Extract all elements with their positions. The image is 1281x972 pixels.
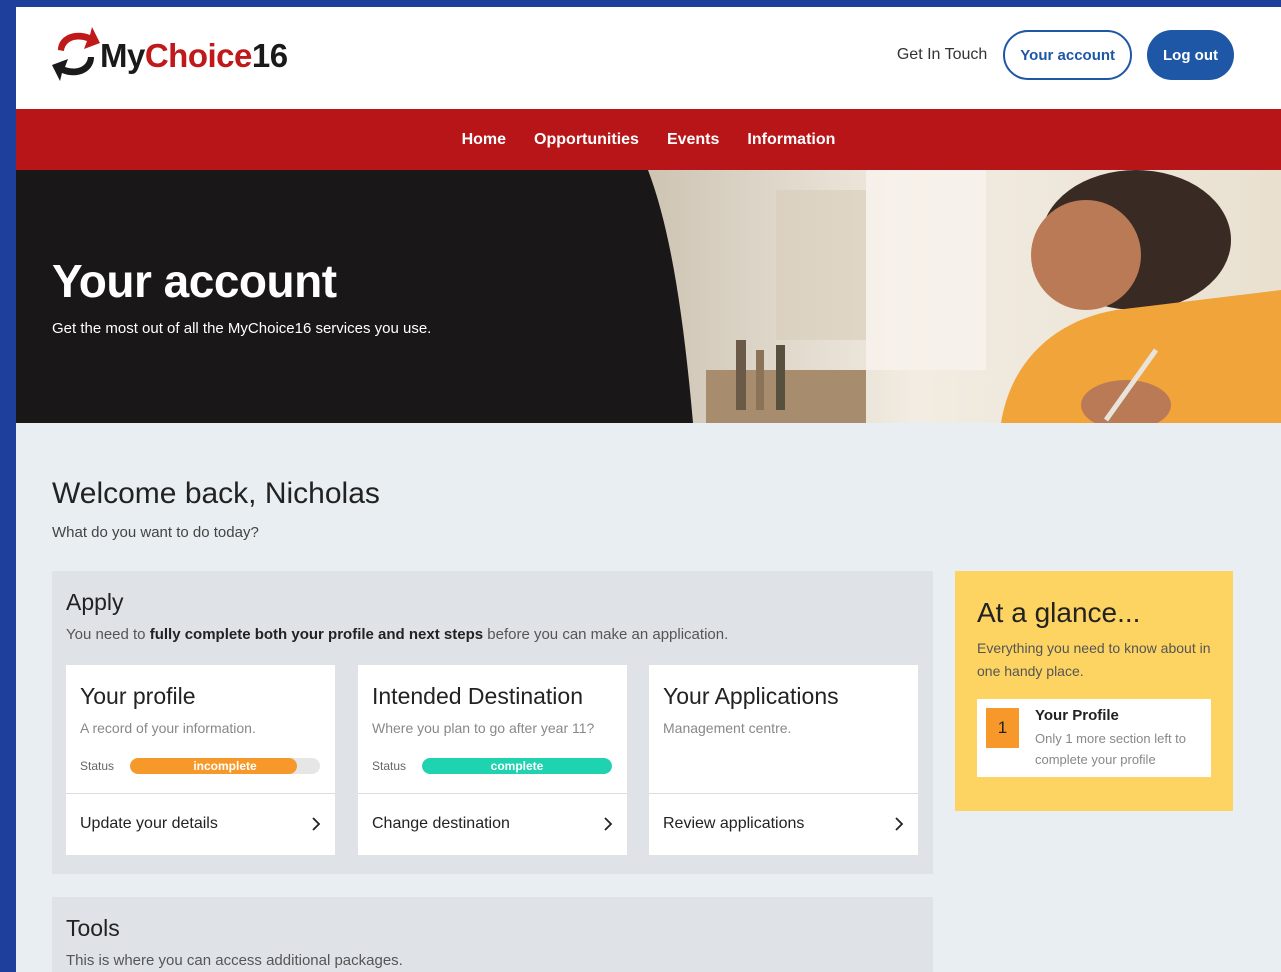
nav-opportunities[interactable]: Opportunities (534, 131, 639, 149)
header-actions: Get In Touch Your account Log out (897, 30, 1234, 80)
chevron-right-icon (604, 817, 613, 831)
your-account-button[interactable]: Your account (1003, 30, 1133, 80)
card-action-label: Update your details (80, 815, 218, 832)
glance-profile-item[interactable]: 1 Your Profile Only 1 more section left … (977, 699, 1211, 777)
status-label: Status (80, 759, 115, 773)
glance-item-text: Only 1 more section left to complete you… (1035, 731, 1187, 767)
nav-home[interactable]: Home (462, 131, 506, 149)
card-title: Your profile (80, 683, 196, 709)
change-destination-link[interactable]: Change destination (358, 794, 627, 855)
apply-heading: Apply (66, 589, 124, 615)
browser-viewport: MyChoice16 Get In Touch Your account Log… (16, 7, 1281, 972)
glance-heading: At a glance... (977, 597, 1141, 628)
review-applications-link[interactable]: Review applications (649, 794, 918, 855)
hero-banner: Your account Get the most out of all the… (16, 170, 1281, 423)
profile-card: Your profile A record of your informatio… (66, 665, 335, 855)
intended-destination-card: Intended Destination Where you plan to g… (358, 665, 627, 855)
log-out-button[interactable]: Log out (1147, 30, 1234, 80)
status-text: incomplete (193, 759, 257, 773)
status-progress-bar: incomplete (130, 758, 320, 774)
welcome-heading: Welcome back, Nicholas (52, 477, 380, 510)
logo-arrows-icon (52, 27, 100, 81)
site-logo[interactable]: MyChoice16 (52, 23, 288, 87)
card-subtitle: Where you plan to go after year 11? (372, 720, 595, 736)
tools-section: Tools This is where you can access addit… (52, 897, 933, 972)
logo-text-my: My (100, 36, 145, 74)
apply-section: Apply You need to fully complete both yo… (52, 571, 933, 874)
apply-desc-prefix: You need to (66, 626, 150, 643)
page-subtitle: Get the most out of all the MyChoice16 s… (52, 320, 432, 337)
card-subtitle: A record of your information. (80, 720, 256, 736)
tools-heading: Tools (66, 915, 120, 941)
glance-item-number: 1 (986, 708, 1019, 748)
status-progress-bar: complete (422, 758, 612, 774)
main-nav: Home Opportunities Events Information (16, 109, 1281, 170)
site-header: MyChoice16 Get In Touch Your account Log… (16, 7, 1281, 109)
card-action-label: Change destination (372, 815, 510, 832)
apply-desc-suffix: before you can make an application. (483, 626, 729, 643)
status-label: Status (372, 759, 407, 773)
card-title: Your Applications (663, 683, 839, 709)
your-applications-card: Your Applications Management centre. Rev… (649, 665, 918, 855)
logo-text-number: 16 (251, 36, 288, 74)
logo-text-choice: Choice (144, 36, 253, 74)
apply-description: You need to fully complete both your pro… (66, 626, 728, 643)
nav-events[interactable]: Events (667, 131, 719, 149)
status-text: complete (490, 759, 544, 773)
card-action-label: Review applications (663, 815, 805, 832)
welcome-subtitle: What do you want to do today? (52, 524, 259, 541)
logo-wordmark: MyChoice16 (100, 39, 288, 72)
glance-description: Everything you need to know about in one… (977, 640, 1211, 679)
get-in-touch-link[interactable]: Get In Touch (897, 46, 987, 64)
apply-desc-bold: fully complete both your profile and nex… (149, 626, 484, 643)
tools-description: This is where you can access additional … (66, 952, 403, 969)
card-subtitle: Management centre. (663, 720, 792, 736)
chevron-right-icon (895, 817, 904, 831)
at-a-glance-panel: At a glance... Everything you need to kn… (955, 571, 1233, 811)
chevron-right-icon (312, 817, 321, 831)
card-title: Intended Destination (372, 683, 583, 709)
update-details-link[interactable]: Update your details (66, 794, 335, 855)
nav-information[interactable]: Information (747, 131, 835, 149)
glance-item-title: Your Profile (1035, 707, 1119, 724)
page-title: Your account (52, 255, 337, 307)
